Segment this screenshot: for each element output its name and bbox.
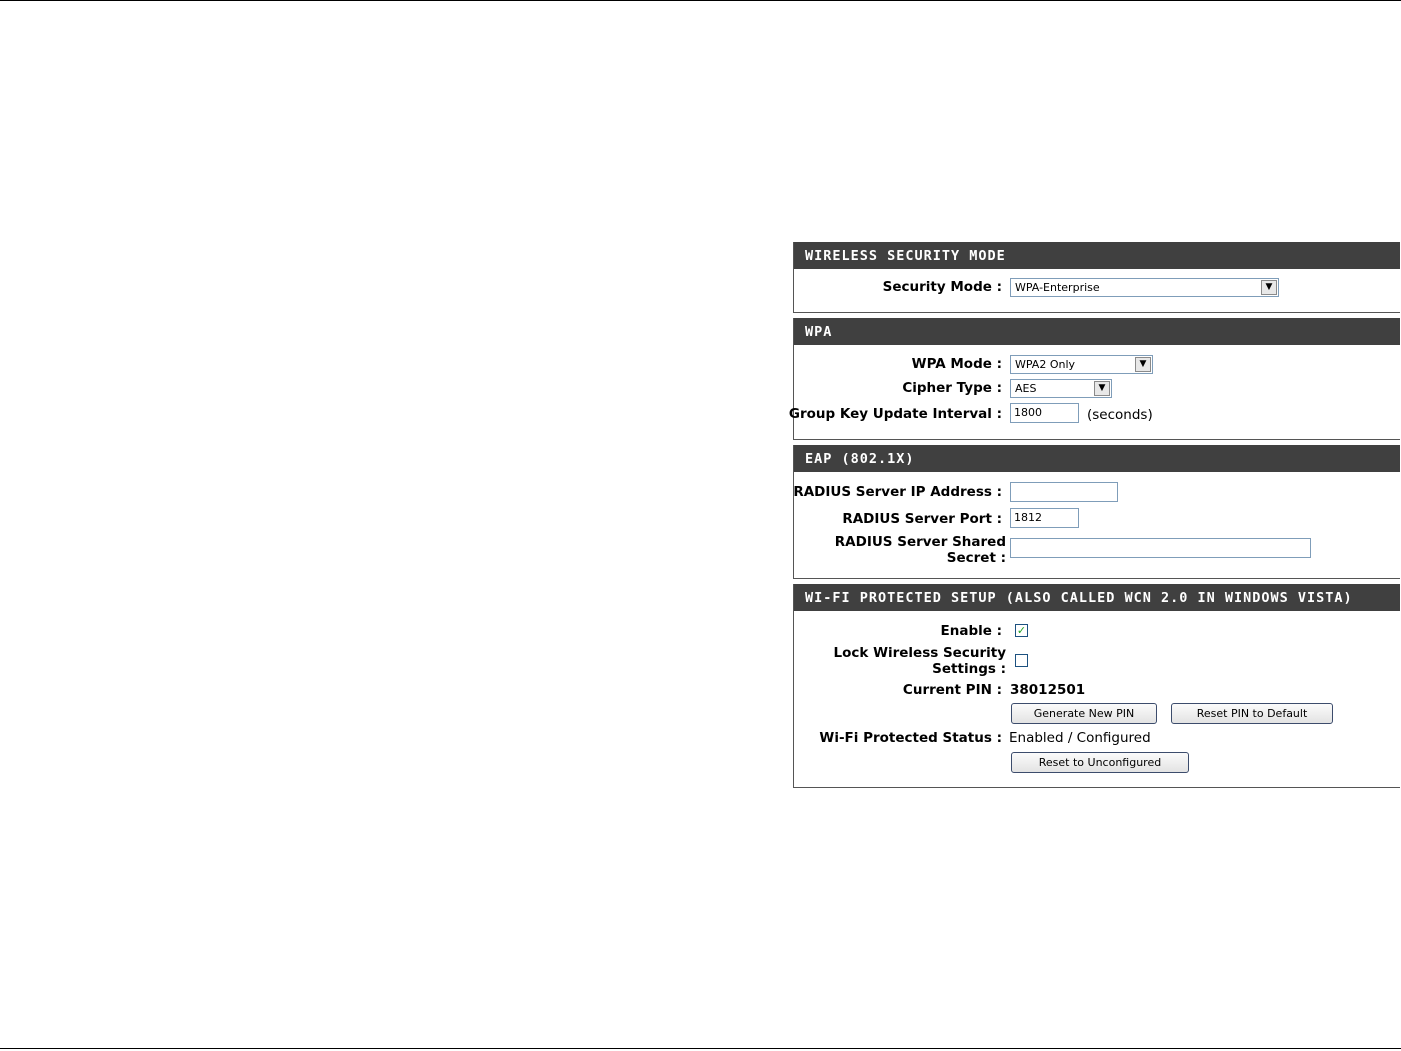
eap-panel: EAP (802.1X) RADIUS Server IP Address : … [793, 445, 1400, 579]
lock-wireless-settings-label: Lock Wireless Security Settings : [833, 645, 1006, 677]
cipher-type-select[interactable]: AES ▼ [1010, 379, 1112, 398]
check-icon: ✓ [1016, 624, 1027, 637]
security-mode-select[interactable]: WPA-Enterprise ▼ [1010, 278, 1279, 297]
radius-secret-label: RADIUS Server Shared Secret : [834, 534, 1006, 566]
wps-status-value: Enabled / Configured [1009, 730, 1151, 746]
group-key-interval-input[interactable]: 1800 [1010, 403, 1079, 423]
reset-pin-default-button[interactable]: Reset PIN to Default [1171, 703, 1333, 724]
chevron-down-icon[interactable]: ▼ [1094, 381, 1110, 396]
wps-status-label: Wi-Fi Protected Status : [819, 730, 1002, 746]
wpa-panel: WPA WPA Mode : WPA2 Only ▼ Cipher Type :… [789, 318, 1400, 440]
panel-title: WPA [794, 318, 1400, 345]
group-key-unit: (seconds) [1087, 407, 1153, 423]
radius-secret-input[interactable] [1010, 538, 1311, 558]
radius-ip-input[interactable] [1010, 482, 1118, 502]
radius-port-input[interactable]: 1812 [1010, 508, 1079, 528]
top-rule [0, 0, 1401, 1]
current-pin-label: Current PIN : [902, 682, 1002, 698]
generate-new-pin-button[interactable]: Generate New PIN [1011, 703, 1157, 724]
wps-enable-checkbox[interactable]: ✓ [1015, 624, 1028, 637]
wpa-mode-select[interactable]: WPA2 Only ▼ [1010, 355, 1153, 374]
radius-ip-label: RADIUS Server IP Address : [793, 484, 1002, 500]
wps-enable-label: Enable : [940, 623, 1003, 639]
group-key-interval-label: Group Key Update Interval : [788, 406, 1002, 422]
cipher-type-label: Cipher Type : [902, 380, 1002, 396]
wireless-security-mode-panel: WIRELESS SECURITY MODE Security Mode : W… [793, 242, 1400, 313]
panel-title: WI-FI PROTECTED SETUP (ALSO CALLED WCN 2… [794, 584, 1400, 611]
bottom-rule [0, 1048, 1401, 1049]
security-mode-label: Security Mode : [882, 279, 1002, 295]
lock-wireless-settings-checkbox[interactable] [1015, 654, 1028, 667]
chevron-down-icon[interactable]: ▼ [1135, 357, 1151, 372]
security-mode-value: WPA-Enterprise [1015, 281, 1100, 294]
radius-port-label: RADIUS Server Port : [842, 511, 1002, 527]
cipher-type-value: AES [1015, 382, 1037, 395]
wps-panel: WI-FI PROTECTED SETUP (ALSO CALLED WCN 2… [793, 584, 1400, 788]
panel-title: WIRELESS SECURITY MODE [794, 242, 1400, 269]
wpa-mode-label: WPA Mode : [911, 356, 1002, 372]
chevron-down-icon[interactable]: ▼ [1261, 280, 1277, 295]
current-pin-value: 38012501 [1010, 682, 1086, 698]
wpa-mode-value: WPA2 Only [1015, 358, 1076, 371]
panel-title: EAP (802.1X) [794, 445, 1400, 472]
reset-to-unconfigured-button[interactable]: Reset to Unconfigured [1011, 752, 1189, 773]
